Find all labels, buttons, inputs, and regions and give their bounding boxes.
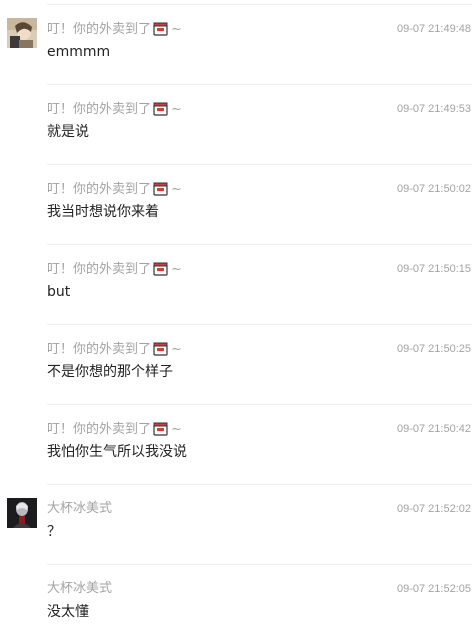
takeout-box-icon [153, 101, 168, 116]
message-divider [47, 324, 472, 325]
chat-message: 大杯冰美式 09-07 21:52:02 ？ [0, 484, 476, 564]
message-timestamp: 09-07 21:49:53 [396, 103, 471, 115]
avatar[interactable] [7, 498, 37, 528]
sender-name: 大杯冰美式 [47, 501, 113, 516]
sender-name: 叮！你的外卖到了 ~ [47, 261, 182, 277]
takeout-box-icon [153, 341, 168, 356]
chat-message: 大杯冰美式 09-07 21:52:05 没太懂 [0, 564, 476, 644]
chat-message: 叮！你的外卖到了 ~ 09-07 21:50:25 不是你想的那个样子 [0, 324, 476, 404]
message-text: 我当时想说你来着 [47, 204, 159, 220]
message-divider [47, 484, 472, 485]
chat-message: 叮！你的外卖到了 ~ 09-07 21:49:48 emmmm [0, 4, 476, 84]
sender-name: 叮！你的外卖到了 ~ [47, 101, 182, 117]
message-timestamp: 09-07 21:49:48 [396, 23, 471, 35]
message-timestamp: 09-07 21:50:02 [396, 183, 471, 195]
sender-name: 大杯冰美式 [47, 581, 113, 596]
message-text: 就是说 [47, 124, 89, 140]
message-timestamp: 09-07 21:50:42 [396, 423, 471, 435]
chat-message: 叮！你的外卖到了 ~ 09-07 21:50:42 我怕你生气所以我没说 [0, 404, 476, 484]
message-divider [47, 164, 472, 165]
chat-message: 叮！你的外卖到了 ~ 09-07 21:49:53 就是说 [0, 84, 476, 164]
message-text: 我怕你生气所以我没说 [47, 444, 187, 460]
message-text: 没太懂 [47, 604, 89, 620]
message-divider [47, 84, 472, 85]
takeout-box-icon [153, 181, 168, 196]
chat-message: 叮！你的外卖到了 ~ 09-07 21:50:15 but [0, 244, 476, 324]
avatar[interactable] [7, 18, 37, 48]
message-text: but [47, 284, 71, 300]
message-divider [47, 404, 472, 405]
chat-message-list: 叮！你的外卖到了 ~ 09-07 21:49:48 emmmm 叮！你的外卖到了 ~… [0, 0, 476, 621]
message-divider [47, 564, 472, 565]
message-divider [47, 4, 472, 5]
message-text: ？ [47, 524, 61, 540]
message-timestamp: 09-07 21:52:05 [396, 583, 471, 595]
chat-message: 叮！你的外卖到了 ~ 09-07 21:50:02 我当时想说你来着 [0, 164, 476, 244]
takeout-box-icon [153, 21, 168, 36]
message-divider [47, 244, 472, 245]
sender-name: 叮！你的外卖到了 ~ [47, 21, 182, 37]
sender-name: 叮！你的外卖到了 ~ [47, 181, 182, 197]
message-timestamp: 09-07 21:50:25 [396, 343, 471, 355]
message-text: emmmm [47, 44, 111, 60]
sender-name: 叮！你的外卖到了 ~ [47, 341, 182, 357]
message-timestamp: 09-07 21:52:02 [396, 503, 471, 515]
message-timestamp: 09-07 21:50:15 [396, 263, 471, 275]
takeout-box-icon [153, 421, 168, 436]
takeout-box-icon [153, 261, 168, 276]
sender-name: 叮！你的外卖到了 ~ [47, 421, 182, 437]
message-text: 不是你想的那个样子 [47, 364, 173, 380]
